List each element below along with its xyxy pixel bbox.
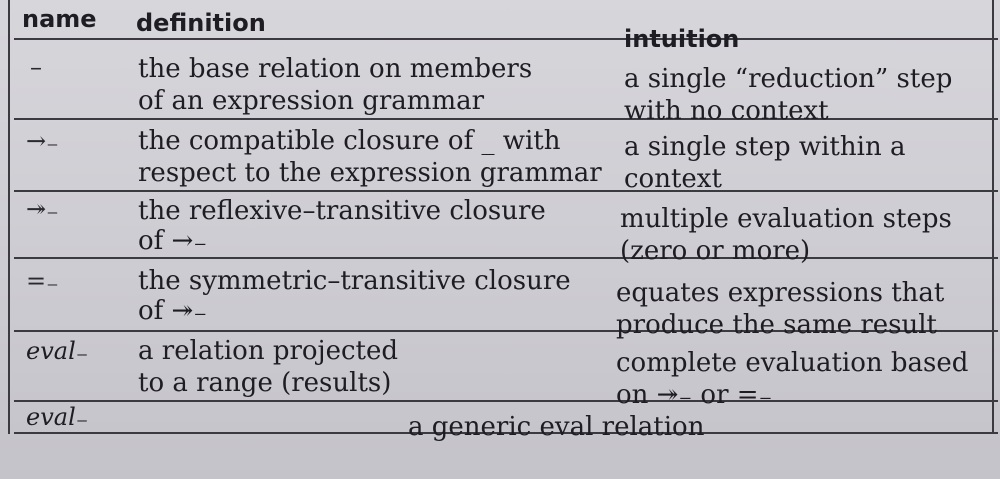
row-intuition-line: a single “reduction” step (624, 64, 953, 94)
row-definition-line: the compatible closure of _ with (138, 126, 561, 156)
row-intuition-line: context (624, 164, 722, 194)
row-definition-line: of an expression grammar (138, 86, 485, 116)
row-name: →₋ (26, 127, 59, 155)
col-header-intuition: intuition (624, 25, 740, 53)
row-definition-line: a relation projected (138, 336, 399, 366)
row-definition-line: the symmetric–transitive closure (138, 266, 571, 296)
row-divider (14, 118, 998, 120)
row-name: – (30, 53, 42, 81)
table-left-border (8, 0, 10, 434)
table-right-border (992, 0, 994, 434)
row-definition-line: of ↠₋ (138, 296, 208, 326)
row-intuition-line: complete evaluation based (616, 348, 969, 378)
row-definition-line: to a range (results) (138, 368, 392, 398)
row-name: eval₋ (26, 337, 89, 365)
row-intuition-line: with no context (624, 96, 829, 126)
row-intuition-line: produce the same result (616, 310, 937, 340)
row-definition-line: the reflexive–transitive closure (138, 196, 546, 226)
book-page: name definition intuition – the base rel… (0, 0, 1000, 479)
col-header-name: name (22, 5, 97, 33)
row-name: =₋ (26, 267, 59, 295)
row-definition-line: of →₋ (138, 226, 208, 256)
row-divider (14, 190, 998, 192)
col-header-definition: definition (136, 9, 266, 37)
row-intuition-line: on ↠₋ or =₋ (616, 380, 773, 410)
relations-table: name definition intuition – the base rel… (8, 0, 998, 452)
row-intuition-line: multiple evaluation steps (620, 204, 952, 234)
row-name: ↠₋ (26, 195, 59, 223)
row-intuition-line: (zero or more) (620, 236, 811, 266)
row-definition-line: the base relation on members (138, 54, 533, 84)
row-name: eval₋ (26, 403, 89, 431)
row-definition-span: a generic eval relation (408, 412, 705, 442)
row-divider (14, 400, 998, 402)
row-intuition-line: equates expressions that (616, 278, 945, 308)
row-definition-line: respect to the expression grammar (138, 158, 602, 188)
row-intuition-line: a single step within a (624, 132, 906, 162)
